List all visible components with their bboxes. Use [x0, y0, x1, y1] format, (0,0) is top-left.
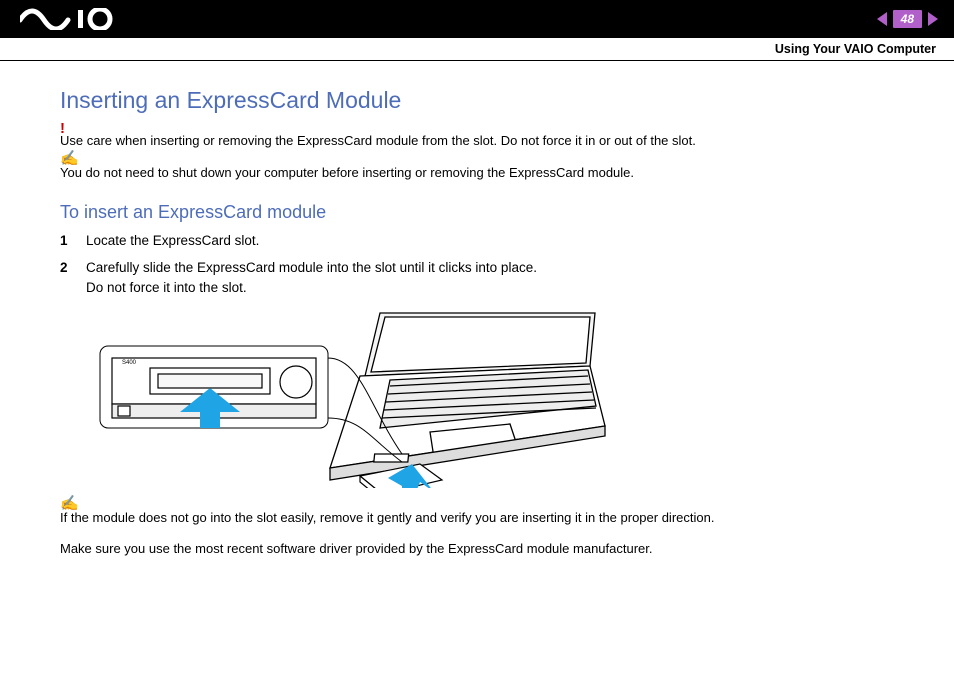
step-number: 1 — [60, 231, 72, 251]
page-title: Inserting an ExpressCard Module — [60, 87, 894, 114]
caution-icon: ! — [60, 118, 65, 139]
caution-note: ! Use care when inserting or removing th… — [60, 132, 894, 150]
tip-icon: ✍ — [60, 493, 79, 514]
vaio-logo — [20, 8, 132, 30]
page-number: 48 — [893, 10, 922, 28]
next-page-arrow-icon[interactable] — [928, 12, 938, 26]
header-bar: 48 — [0, 0, 954, 38]
procedure-steps: 1 Locate the ExpressCard slot. 2 Careful… — [60, 231, 894, 298]
prev-page-arrow-icon[interactable] — [877, 12, 887, 26]
tip-icon: ✍ — [60, 148, 79, 169]
tip-note-2: ✍ If the module does not go into the slo… — [60, 509, 894, 527]
step-text: Locate the ExpressCard slot. — [86, 231, 259, 251]
step-1: 1 Locate the ExpressCard slot. — [60, 231, 894, 251]
illustration: S400 — [90, 308, 894, 493]
step-number: 2 — [60, 258, 72, 299]
page-content: Inserting an ExpressCard Module ! Use ca… — [0, 61, 954, 556]
tip-note-1: ✍ You do not need to shut down your comp… — [60, 164, 894, 182]
step-2: 2 Carefully slide the ExpressCard module… — [60, 258, 894, 299]
tip-text-2: If the module does not go into the slot … — [60, 510, 714, 525]
driver-note: Make sure you use the most recent softwa… — [60, 541, 894, 556]
section-title: Using Your VAIO Computer — [775, 42, 936, 56]
step-text: Carefully slide the ExpressCard module i… — [86, 258, 537, 299]
page-nav: 48 — [877, 10, 938, 28]
caution-text: Use care when inserting or removing the … — [60, 133, 696, 148]
tip-text-1: You do not need to shut down your comput… — [60, 165, 634, 180]
svg-text:S400: S400 — [122, 360, 137, 366]
procedure-title: To insert an ExpressCard module — [60, 202, 894, 223]
